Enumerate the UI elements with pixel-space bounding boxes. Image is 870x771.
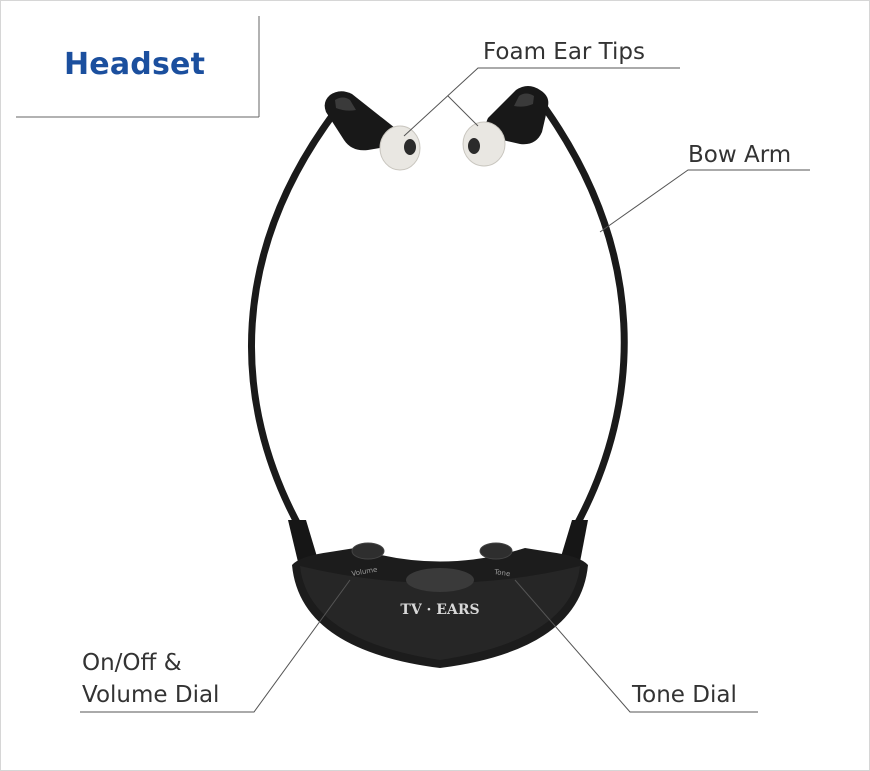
bow-arm-left <box>248 104 342 532</box>
bow-arm-label: Bow Arm <box>688 142 792 168</box>
bow-arm-leader <box>599 169 810 233</box>
foam-tips-leader-right <box>447 95 479 127</box>
brand-logo-text: TV · EARS <box>400 602 479 618</box>
tone-dial-label: Tone Dial <box>632 682 737 708</box>
diagram-title: Headset <box>64 47 206 82</box>
right-earpiece <box>462 86 549 167</box>
tone-dial <box>479 542 513 560</box>
on-off-volume-label-line2: Volume Dial <box>82 682 220 708</box>
left-earpiece <box>324 91 421 171</box>
volume-dial <box>351 542 385 560</box>
on-off-volume-label-line1: On/Off & <box>82 650 182 676</box>
indicator-window <box>406 568 474 592</box>
control-unit: Volume Tone TV · EARS <box>292 542 588 668</box>
bow-arm-right <box>541 104 628 532</box>
foam-ear-tips-label: Foam Ear Tips <box>483 39 645 65</box>
